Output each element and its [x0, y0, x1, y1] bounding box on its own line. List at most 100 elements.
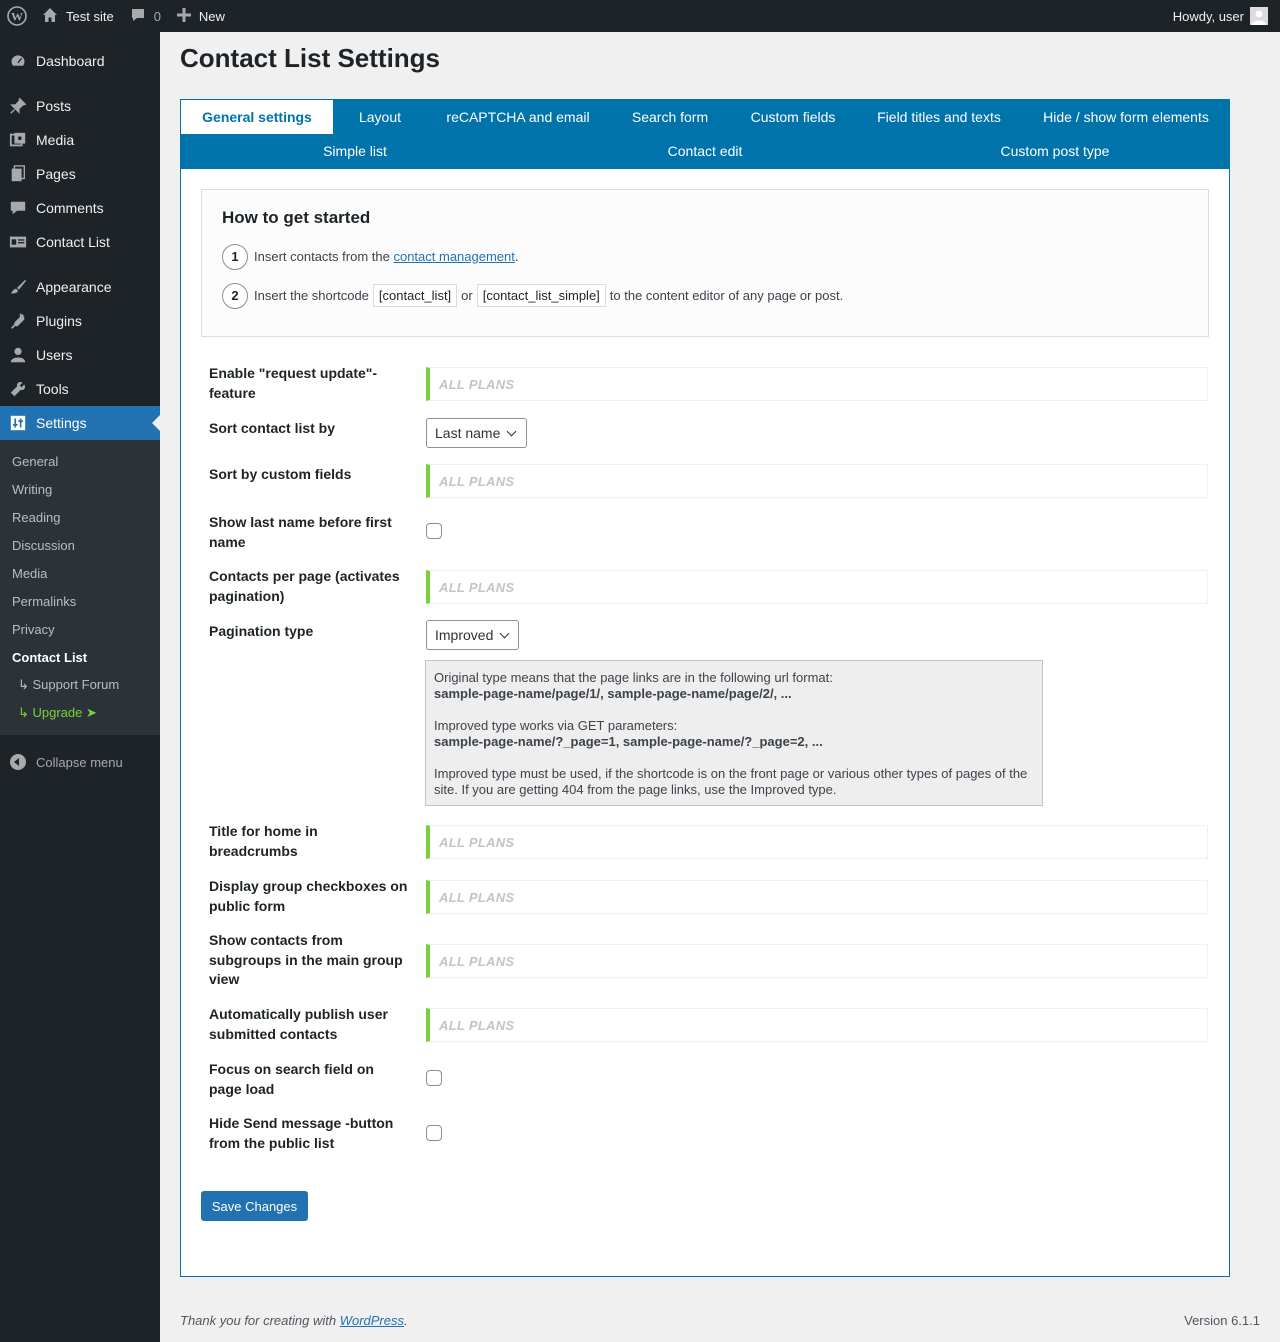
submenu-media[interactable]: Media	[0, 559, 160, 587]
sort-by-value: Last name	[435, 425, 501, 441]
sidebar-item-label: Users	[36, 347, 73, 363]
getting-started-box: How to get started 1 Insert contacts fro…	[201, 189, 1209, 337]
label-sort-by: Sort contact list by	[209, 420, 336, 436]
save-changes-button[interactable]: Save Changes	[201, 1191, 308, 1221]
sidebar-item-settings[interactable]: Settings	[0, 406, 160, 440]
step-1: 1 Insert contacts from the contact manag…	[222, 242, 1188, 271]
sidebar-item-posts[interactable]: Posts	[0, 89, 160, 123]
all-plans-field: ALL PLANS	[426, 464, 1208, 498]
tab-simple-list[interactable]: Simple list	[181, 134, 529, 168]
sidebar-item-users[interactable]: Users	[0, 338, 160, 372]
plug-icon	[8, 311, 28, 331]
brush-icon	[8, 277, 28, 297]
settings-submenu: General Writing Reading Discussion Media…	[0, 440, 160, 735]
shortcode-contact-list-simple: [contact_list_simple]	[476, 284, 606, 307]
submenu-general[interactable]: General	[0, 447, 160, 475]
focus-search-checkbox[interactable]	[426, 1070, 442, 1086]
step-text: Insert contacts from the	[254, 249, 390, 264]
label-sort-custom: Sort by custom fields	[209, 466, 352, 482]
label-per-page: Contacts per page (activates pagination)	[209, 568, 400, 604]
submenu-reading[interactable]: Reading	[0, 503, 160, 531]
step-number: 2	[222, 282, 248, 309]
label-pagination-type: Pagination type	[209, 623, 314, 639]
pin-icon	[8, 96, 28, 116]
avatar	[1250, 7, 1268, 25]
comments-count: 0	[153, 8, 161, 24]
new-content-link[interactable]: New	[169, 0, 233, 32]
sidebar-item-label: Pages	[36, 166, 76, 182]
my-account-link[interactable]: Howdy, user	[1165, 0, 1280, 32]
submenu-upgrade[interactable]: ↳ Upgrade ➤	[0, 699, 160, 727]
sidebar-item-label: Tools	[36, 381, 69, 397]
all-plans-field: ALL PLANS	[426, 825, 1208, 859]
contact-management-link[interactable]: contact management	[393, 249, 514, 264]
submenu-privacy[interactable]: Privacy	[0, 615, 160, 643]
all-plans-field: ALL PLANS	[426, 570, 1208, 604]
tab-field-titles[interactable]: Field titles and texts	[867, 100, 1011, 134]
submenu-discussion[interactable]: Discussion	[0, 531, 160, 559]
tab-custom-post-type[interactable]: Custom post type	[881, 134, 1229, 168]
or-text: or	[461, 288, 473, 303]
sidebar-item-pages[interactable]: Pages	[0, 157, 160, 191]
sidebar-item-media[interactable]: Media	[0, 123, 160, 157]
sidebar-item-dashboard[interactable]: Dashboard	[0, 44, 160, 78]
last-name-first-checkbox[interactable]	[426, 523, 442, 539]
all-plans-field: ALL PLANS	[426, 944, 1208, 978]
label-hide-send: Hide Send message -button from the publi…	[209, 1115, 394, 1151]
chevron-down-icon	[506, 426, 517, 436]
settings-tabs: General settings Layout reCAPTCHA and em…	[181, 100, 1229, 169]
pagination-type-value: Improved	[435, 627, 494, 643]
info-line-2-bold: sample-page-name/?_page=1, sample-page-n…	[434, 734, 823, 749]
sidebar-item-comments[interactable]: Comments	[0, 191, 160, 225]
comment-icon	[8, 198, 28, 218]
submenu-writing[interactable]: Writing	[0, 475, 160, 503]
tab-contact-edit[interactable]: Contact edit	[531, 134, 879, 168]
info-line-1: Original type means that the page links …	[434, 670, 833, 685]
submenu-contact-list[interactable]: Contact List	[0, 643, 160, 671]
all-plans-field: ALL PLANS	[426, 367, 1208, 401]
tab-recaptcha-email[interactable]: reCAPTCHA and email	[435, 100, 601, 134]
pagination-type-select[interactable]: Improved	[426, 620, 519, 650]
new-label: New	[198, 8, 225, 24]
comments-link[interactable]: 0	[122, 0, 169, 32]
collapse-label: Collapse menu	[36, 754, 123, 770]
pages-icon	[8, 164, 28, 184]
sidebar-item-label: Plugins	[36, 313, 82, 329]
sidebar-item-contact-list[interactable]: Contact List	[0, 225, 160, 259]
submenu-permalinks[interactable]: Permalinks	[0, 587, 160, 615]
sidebar-item-plugins[interactable]: Plugins	[0, 304, 160, 338]
sort-by-select[interactable]: Last name	[426, 418, 527, 448]
tab-custom-fields[interactable]: Custom fields	[741, 100, 845, 134]
wordpress-logo-icon[interactable]: W	[0, 0, 34, 32]
tab-hide-show[interactable]: Hide / show form elements	[1033, 100, 1219, 134]
sidebar-item-label: Appearance	[36, 279, 112, 295]
hide-send-checkbox[interactable]	[426, 1125, 442, 1141]
media-icon	[8, 130, 28, 150]
footer-thanks: Thank you for creating with WordPress.	[180, 1313, 408, 1328]
admin-menu: Dashboard Posts Media Pages Comments Con…	[0, 32, 160, 1342]
tab-general-settings[interactable]: General settings	[181, 100, 333, 134]
tab-layout[interactable]: Layout	[341, 100, 419, 134]
label-group-checkboxes: Display group checkboxes on public form	[209, 878, 408, 914]
info-line-2: Improved type works via GET parameters:	[434, 718, 678, 733]
sidebar-item-appearance[interactable]: Appearance	[0, 270, 160, 304]
sidebar-item-tools[interactable]: Tools	[0, 372, 160, 406]
label-home-title: Title for home in breadcrumbs	[209, 823, 318, 859]
step-end: .	[514, 249, 519, 264]
submenu-support-forum[interactable]: ↳ Support Forum	[0, 671, 160, 699]
sidebar-item-label: Comments	[36, 200, 104, 216]
id-card-icon	[8, 232, 28, 252]
sidebar-item-label: Posts	[36, 98, 72, 114]
label-subgroups: Show contacts from subgroups in the main…	[209, 932, 403, 987]
settings-panel: General settings Layout reCAPTCHA and em…	[180, 99, 1230, 1277]
tab-search-form[interactable]: Search form	[623, 100, 717, 134]
label-focus-search: Focus on search field on page load	[209, 1061, 374, 1097]
version-text: Version 6.1.1	[1184, 1313, 1260, 1328]
main-content: Contact List Settings General settings L…	[180, 32, 1260, 1277]
wordpress-link[interactable]: WordPress	[340, 1313, 404, 1328]
step-end: to the content editor of any page or pos…	[609, 288, 844, 303]
collapse-arrow-icon	[10, 754, 26, 770]
collapse-menu-button[interactable]: Collapse menu	[0, 745, 160, 779]
sidebar-item-label: Dashboard	[36, 53, 105, 69]
site-name-link[interactable]: Test site	[34, 0, 122, 32]
